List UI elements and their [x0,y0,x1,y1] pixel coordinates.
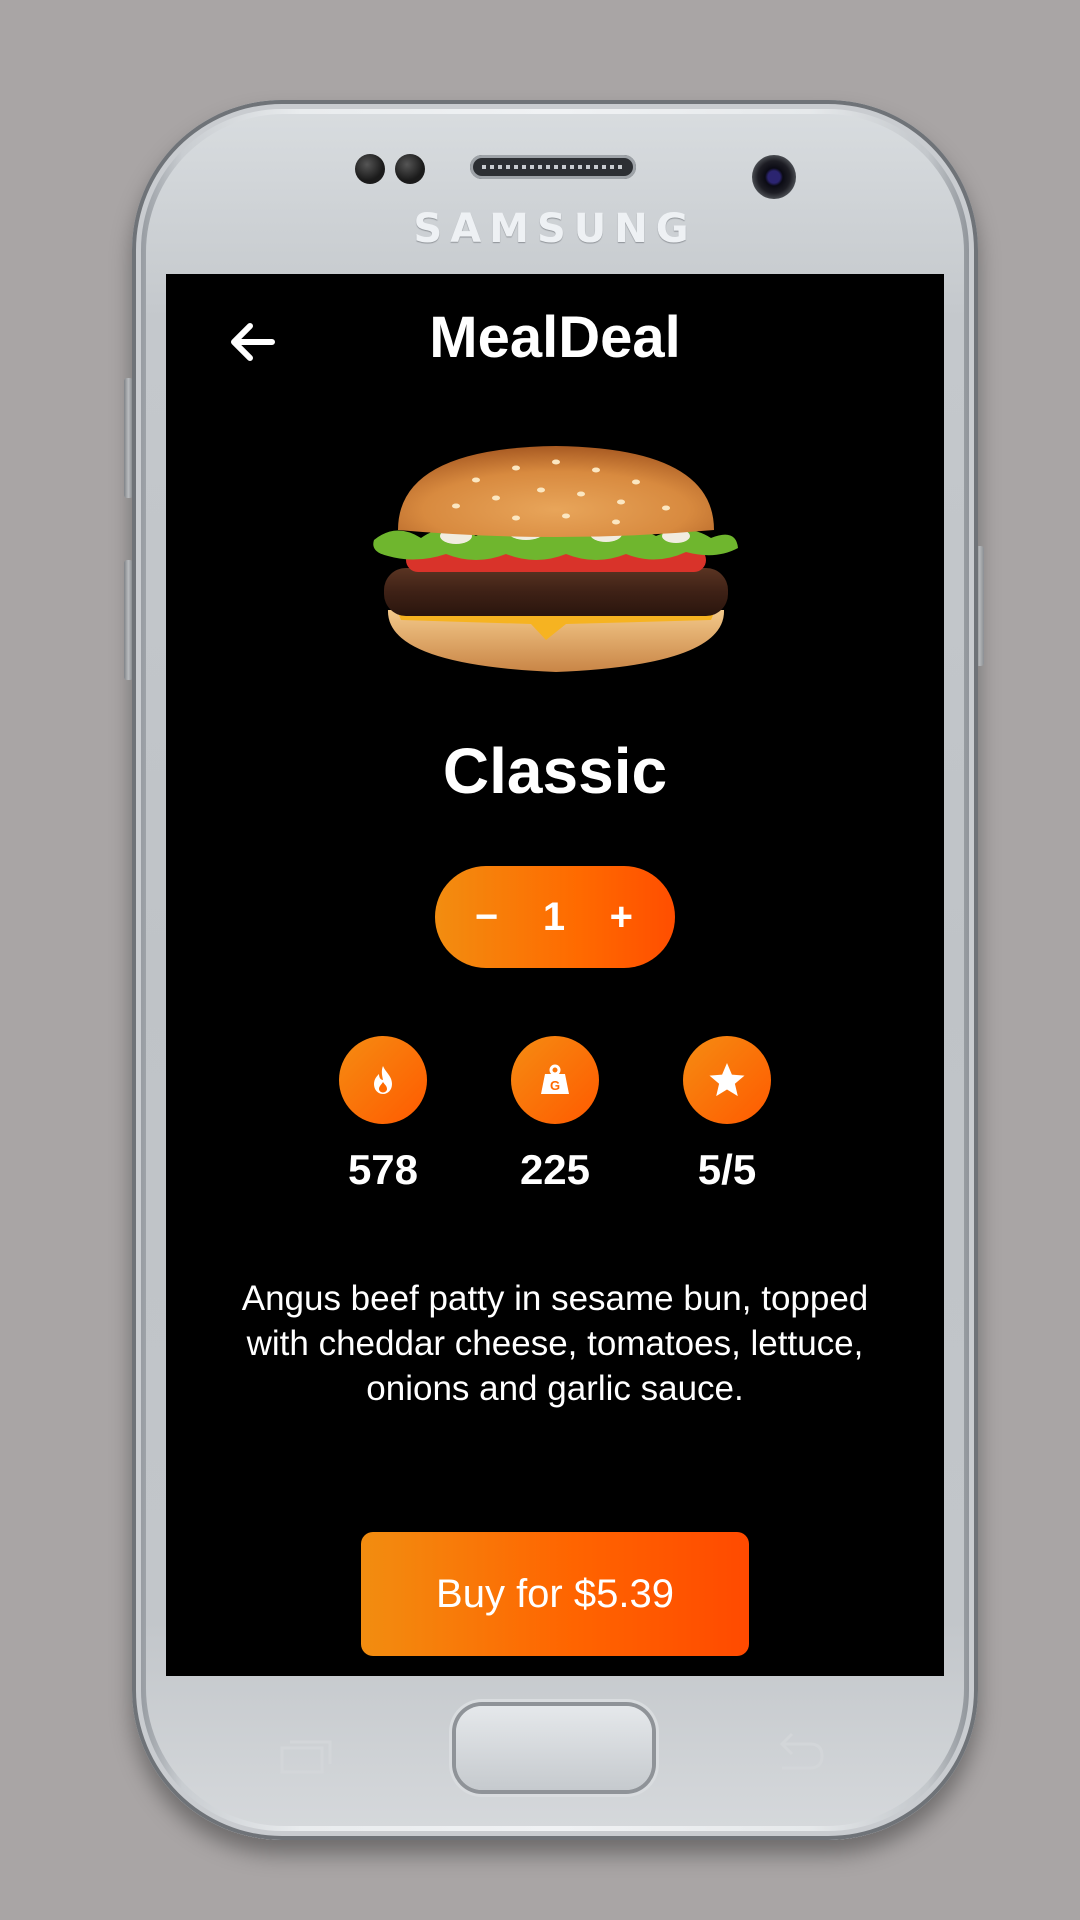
canvas: SAMSUNG MealDeal Classic − 1 + 578 G 225… [0,0,1080,1920]
svg-text:G: G [550,1078,560,1093]
buy-button[interactable]: Buy for $5.39 [361,1532,749,1656]
back-key-icon[interactable] [770,1730,826,1774]
weight-icon: G [541,1064,569,1094]
quantity-stepper: − 1 + [435,866,675,968]
quantity-value: 1 [542,894,566,939]
stat-calories-value: 578 [347,1146,419,1193]
proximity-sensor [355,154,385,184]
stat-rating-value: 5/5 [697,1146,757,1193]
app-title: MealDeal [429,305,681,370]
light-sensor [395,154,425,184]
stat-rating-badge [683,1036,771,1124]
front-camera-icon [752,155,796,199]
increment-button[interactable]: + [610,897,633,937]
item-name: Classic [442,735,668,807]
burger-image [373,446,738,672]
stat-calories-badge [339,1036,427,1124]
item-description: Angus beef patty in sesame bun, topped w… [241,1279,869,1408]
app-screen: MealDeal Classic − 1 + 578 G 225 5/5 Ang… [166,274,944,1676]
earpiece-speaker [470,155,636,179]
recent-apps-icon[interactable] [280,1738,332,1774]
stat-weight: G 225 [475,1036,635,1194]
home-button[interactable] [456,1706,652,1790]
stat-rating: 5/5 [647,1036,807,1194]
stat-weight-value: 225 [519,1146,591,1193]
star-icon [709,1063,745,1097]
flame-icon [374,1066,392,1094]
device-brand: SAMSUNG [413,206,697,252]
decrement-button[interactable]: − [475,897,498,937]
stat-weight-badge: G [511,1036,599,1124]
stat-calories: 578 [303,1036,463,1194]
